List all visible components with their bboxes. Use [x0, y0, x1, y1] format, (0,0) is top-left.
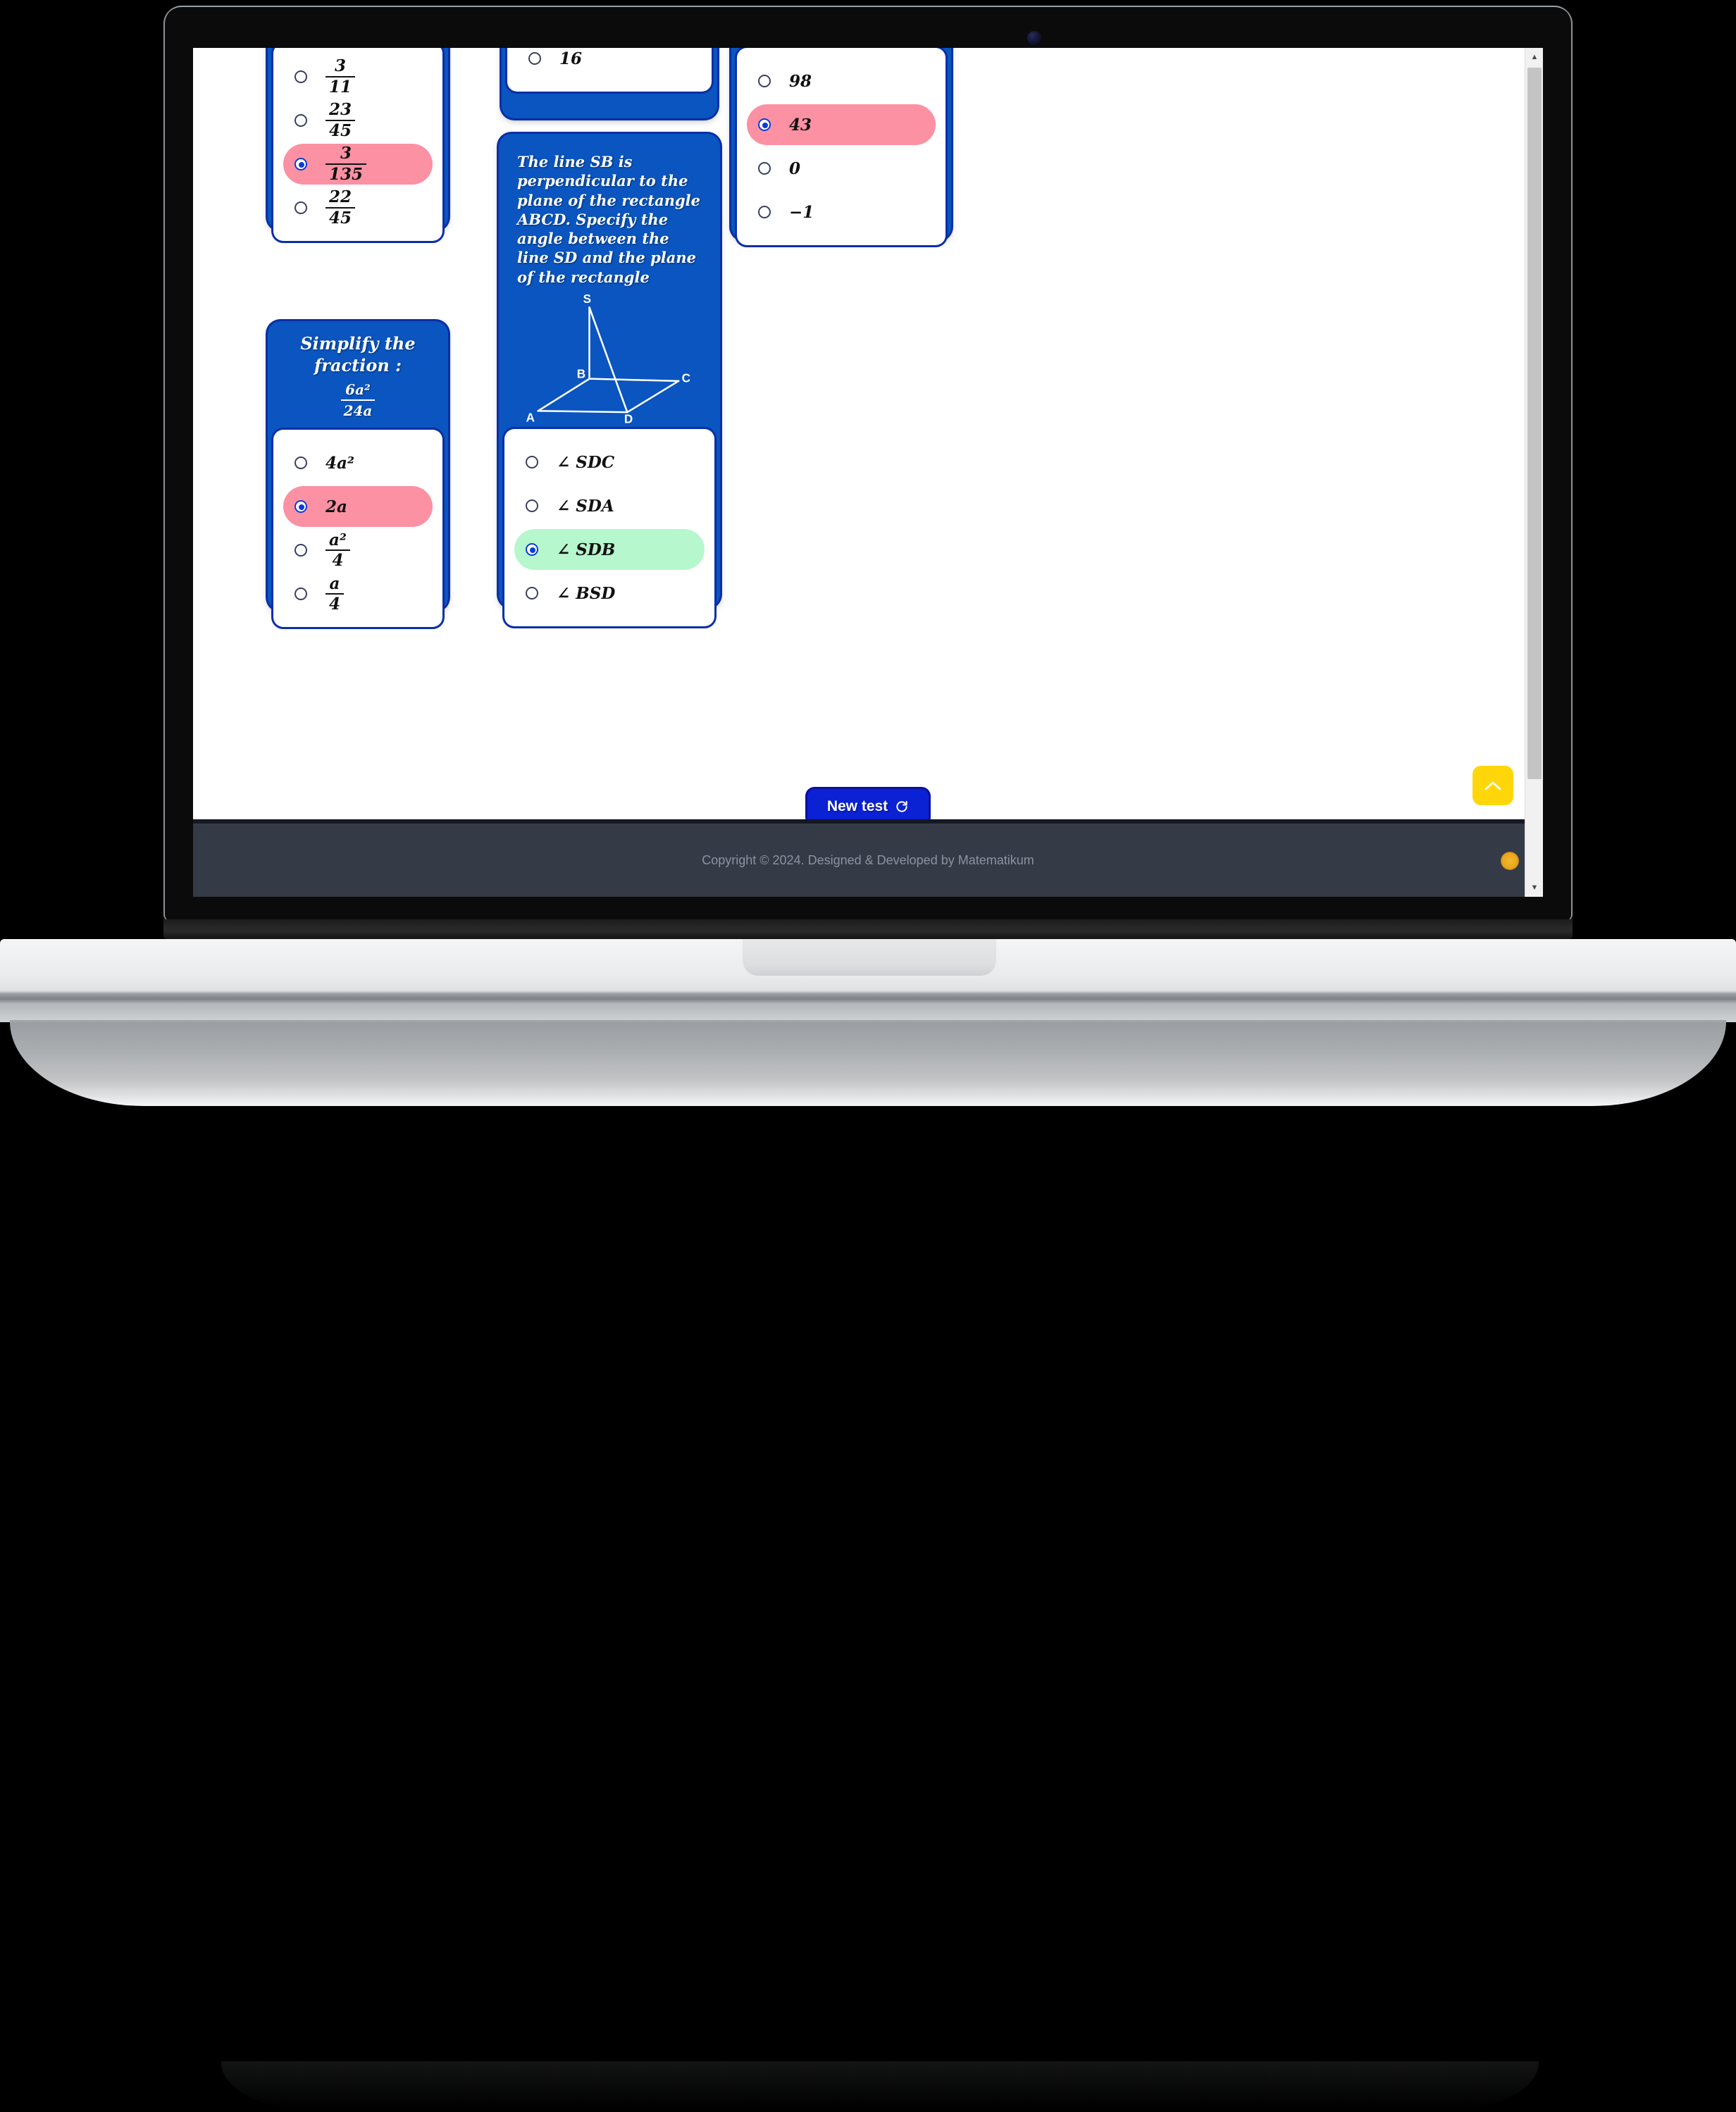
vertex-label-c: C: [682, 372, 690, 385]
option-row-selected-wrong[interactable]: 2a: [283, 486, 433, 528]
option-row[interactable]: 16: [517, 48, 702, 79]
radio-icon[interactable]: [294, 158, 307, 170]
option-row[interactable]: ∠ SDC: [514, 442, 705, 483]
cookie-icon[interactable]: [1501, 852, 1519, 870]
option-row[interactable]: ∠ SDA: [514, 485, 705, 526]
page-scrollbar[interactable]: ▲ ▼: [1525, 48, 1543, 897]
new-test-label: New test: [826, 798, 888, 814]
copyright-text: Copyright © 2024. Designed & Developed b…: [702, 852, 1034, 867]
scroll-to-top-button[interactable]: [1472, 766, 1513, 805]
answers-panel: 16: [507, 48, 712, 92]
answers-panel: 98 43 0 −1: [737, 48, 946, 245]
option-row[interactable]: 98: [747, 61, 936, 101]
radio-icon[interactable]: [294, 500, 307, 514]
option-label: −1: [789, 202, 814, 222]
answers-panel: ∠ SDC ∠ SDA ∠ SDB ∠ BSD: [504, 429, 714, 627]
option-label: 43: [789, 115, 812, 135]
radio-icon[interactable]: [294, 588, 307, 601]
radio-icon[interactable]: [758, 118, 771, 131]
radio-icon[interactable]: [526, 456, 538, 469]
option-label: 23 45: [326, 101, 356, 140]
option-row[interactable]: 22 45: [283, 187, 433, 228]
vertex-label-a: A: [526, 411, 535, 424]
option-row[interactable]: 3 11: [283, 56, 433, 97]
radio-icon[interactable]: [528, 52, 541, 65]
option-label: a4: [326, 574, 345, 614]
radio-icon[interactable]: [294, 544, 307, 557]
question-text: The line SB is perpendicular to the plan…: [517, 153, 701, 286]
answers-panel: 3 11 23 45 3 135 22 45: [273, 48, 442, 241]
option-label: 3 135: [326, 144, 367, 184]
option-label: 22 45: [326, 188, 356, 228]
option-label: 98: [789, 71, 812, 91]
quiz-card-numeric-answer: 98 43 0 −1: [731, 48, 951, 245]
laptop-mockup: 3 11 23 45 3 135 22 45 Simplify the frac…: [0, 0, 1736, 2112]
quiz-card-geometry-angle: The line SB is perpendicular to the plan…: [499, 134, 720, 627]
laptop-hinge: [163, 919, 1573, 940]
option-row-selected-correct[interactable]: ∠ SDB: [514, 529, 705, 571]
scrollbar-thumb[interactable]: [1527, 68, 1542, 779]
option-label: 4a²: [326, 453, 354, 473]
laptop-base-bottom: [10, 1020, 1726, 2112]
option-label: a² 4: [326, 530, 350, 571]
quiz-cards-area: 3 11 23 45 3 135 22 45 Simplify the frac…: [193, 48, 1543, 819]
option-row[interactable]: 0: [747, 148, 936, 189]
radio-icon[interactable]: [526, 543, 538, 557]
chevron-up-icon: [1484, 781, 1501, 790]
option-row[interactable]: a4: [283, 573, 433, 614]
option-row-selected-wrong[interactable]: 43: [747, 104, 936, 145]
perpendicular-line-rectangle-diagram: S B C D A: [526, 292, 690, 424]
option-row[interactable]: ∠ BSD: [514, 573, 705, 614]
vertex-label-b: B: [577, 367, 585, 380]
option-row-selected-wrong[interactable]: 3 135: [283, 144, 433, 185]
option-label: ∠ SDC: [557, 452, 615, 472]
option-row[interactable]: 4a²: [283, 442, 433, 483]
webcam-dot: [1027, 31, 1041, 45]
radio-icon[interactable]: [526, 587, 538, 600]
scrollbar-down-arrow[interactable]: ▼: [1525, 878, 1543, 897]
question-text: Simplify the fraction : 6a² 24a: [300, 333, 416, 420]
vertex-label-s: S: [583, 292, 591, 306]
option-label: 3 11: [326, 57, 356, 97]
question-fraction: 6a² 24a: [340, 380, 376, 420]
refresh-icon: [896, 800, 907, 812]
vertex-label-d: D: [624, 412, 633, 423]
laptop-deck-notch: [743, 939, 996, 976]
option-label: ∠ SDB: [557, 540, 616, 559]
quiz-card-fraction-sum: 3 11 23 45 3 135 22 45: [268, 48, 448, 241]
option-label: ∠ BSD: [557, 583, 616, 603]
option-label: 2a: [326, 497, 347, 516]
radio-icon[interactable]: [294, 70, 307, 83]
radio-icon[interactable]: [758, 162, 771, 175]
quiz-page: 3 11 23 45 3 135 22 45 Simplify the frac…: [193, 48, 1543, 897]
radio-icon[interactable]: [294, 114, 307, 127]
radio-icon[interactable]: [294, 201, 307, 214]
screen-viewport: 3 11 23 45 3 135 22 45 Simplify the frac…: [193, 48, 1543, 897]
scrollbar-up-arrow[interactable]: ▲: [1525, 48, 1543, 66]
page-footer: Copyright © 2024. Designed & Developed b…: [193, 819, 1543, 897]
option-label: 0: [789, 159, 801, 178]
radio-icon[interactable]: [758, 206, 771, 218]
option-row[interactable]: a² 4: [283, 530, 433, 571]
option-row[interactable]: −1: [747, 192, 936, 232]
option-row[interactable]: 23 45: [283, 100, 433, 141]
quiz-card-partial-top: 16: [502, 48, 717, 118]
radio-icon[interactable]: [758, 75, 771, 87]
option-label: 16: [559, 49, 583, 68]
option-label: ∠ SDA: [557, 496, 614, 516]
quiz-card-simplify-fraction: Simplify the fraction : 6a² 24a 4a² 2a a…: [268, 321, 448, 628]
radio-icon[interactable]: [526, 499, 538, 513]
answers-panel: 4a² 2a a² 4 a 4: [273, 430, 442, 628]
radio-icon[interactable]: [294, 456, 307, 470]
keyboard-reflection: [221, 2061, 1539, 2112]
